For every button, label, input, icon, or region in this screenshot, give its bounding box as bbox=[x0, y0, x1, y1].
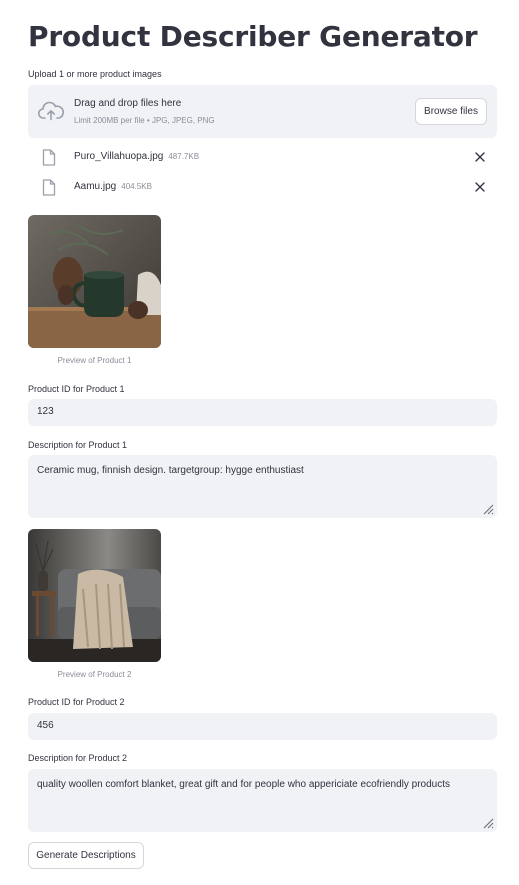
resize-handle-icon[interactable] bbox=[481, 502, 494, 515]
page-title: Product Describer Generator bbox=[28, 20, 478, 53]
product-id-label: Product ID for Product 2 bbox=[28, 697, 125, 707]
file-icon bbox=[42, 149, 56, 166]
file-name-text: Aamu.jpg bbox=[74, 181, 117, 192]
description-label: Description for Product 1 bbox=[28, 440, 128, 450]
resize-handle-icon[interactable] bbox=[481, 816, 494, 829]
file-dropzone[interactable]: Drag and drop files here Limit 200MB per… bbox=[28, 85, 497, 138]
dropzone-title: Drag and drop files here bbox=[74, 98, 182, 109]
product-image-preview-mug bbox=[28, 215, 161, 348]
dropzone-limit-text: Limit 200MB per file • JPG, JPEG, PNG bbox=[74, 116, 215, 125]
close-icon[interactable] bbox=[473, 180, 487, 194]
file-size: 404.5KB bbox=[121, 182, 152, 191]
file-name: Aamu.jpg 404.5KB bbox=[74, 181, 152, 192]
description-text: quality woollen comfort blanket, great g… bbox=[37, 779, 451, 790]
product-id-input[interactable]: 456 bbox=[28, 713, 497, 740]
product-id-label: Product ID for Product 1 bbox=[28, 384, 125, 394]
product-id-input[interactable]: 123 bbox=[28, 399, 497, 426]
uploader-label: Upload 1 or more product images bbox=[28, 69, 162, 79]
generate-descriptions-button[interactable]: Generate Descriptions bbox=[28, 842, 144, 869]
description-textarea[interactable]: quality woollen comfort blanket, great g… bbox=[28, 769, 497, 832]
product-image-preview-blanket bbox=[28, 529, 161, 662]
uploaded-file-row: Aamu.jpg 404.5KB bbox=[28, 175, 497, 201]
close-icon[interactable] bbox=[473, 150, 487, 164]
file-name: Puro_Villahuopa.jpg 487.7KB bbox=[74, 151, 199, 162]
file-name-text: Puro_Villahuopa.jpg bbox=[74, 151, 164, 162]
file-size: 487.7KB bbox=[168, 152, 200, 161]
description-text: Ceramic mug, finnish design. targetgroup… bbox=[37, 465, 304, 476]
file-icon bbox=[42, 179, 56, 196]
cloud-upload-icon bbox=[38, 101, 64, 121]
description-label: Description for Product 2 bbox=[28, 753, 128, 763]
image-caption: Preview of Product 2 bbox=[57, 670, 132, 679]
uploaded-file-row: Puro_Villahuopa.jpg 487.7KB bbox=[28, 145, 497, 171]
browse-files-button[interactable]: Browse files bbox=[415, 98, 487, 125]
image-caption: Preview of Product 1 bbox=[57, 356, 132, 365]
description-textarea[interactable]: Ceramic mug, finnish design. targetgroup… bbox=[28, 455, 497, 518]
